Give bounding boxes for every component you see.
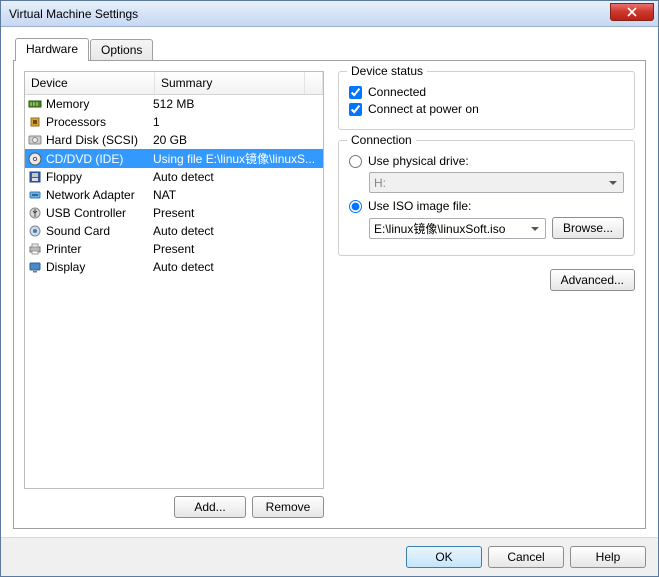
device-summary: Auto detect <box>153 224 321 238</box>
advanced-button[interactable]: Advanced... <box>550 269 635 291</box>
close-button[interactable] <box>610 3 654 21</box>
printer-icon <box>27 241 43 257</box>
network-icon <box>27 187 43 203</box>
help-button[interactable]: Help <box>570 546 646 568</box>
advanced-row: Advanced... <box>338 269 635 291</box>
device-name: Sound Card <box>46 224 110 238</box>
device-name: Hard Disk (SCSI) <box>46 133 138 147</box>
device-summary: Present <box>153 242 321 256</box>
table-row[interactable]: Processors 1 <box>25 113 323 131</box>
remove-button[interactable]: Remove <box>252 496 324 518</box>
device-name: CD/DVD (IDE) <box>46 152 123 166</box>
iso-label: Use ISO image file: <box>368 199 471 213</box>
connected-checkbox[interactable] <box>349 86 362 99</box>
device-summary: NAT <box>153 188 321 202</box>
table-row[interactable]: Sound Card Auto detect <box>25 222 323 240</box>
browse-button[interactable]: Browse... <box>552 217 624 239</box>
list-buttons: Add... Remove <box>24 496 324 518</box>
iso-path-value: E:\linux镜像\linuxSoft.iso <box>374 220 505 237</box>
iso-radio[interactable] <box>349 200 362 213</box>
cddvd-icon <box>27 151 43 167</box>
device-table: Device Summary Memory 512 MB <box>24 71 324 489</box>
floppy-icon <box>27 169 43 185</box>
device-name: USB Controller <box>46 206 126 220</box>
device-name: Printer <box>46 242 81 256</box>
physical-drive-dropdown[interactable]: H: <box>369 172 624 193</box>
dialog-body: Hardware Options Device Summary Mem <box>1 27 658 537</box>
table-row[interactable]: Hard Disk (SCSI) 20 GB <box>25 131 323 149</box>
dialog-footer: OK Cancel Help <box>1 537 658 576</box>
settings-window: Virtual Machine Settings Hardware Option… <box>0 0 659 577</box>
connected-checkbox-row[interactable]: Connected <box>349 85 624 99</box>
connection-group: Connection Use physical drive: H: Use IS… <box>338 140 635 256</box>
device-status-title: Device status <box>347 64 427 78</box>
col-header-spacer <box>305 72 323 94</box>
device-summary: Auto detect <box>153 170 321 184</box>
device-name: Memory <box>46 97 89 111</box>
tab-panel-hardware: Device Summary Memory 512 MB <box>13 60 646 529</box>
device-name: Network Adapter <box>46 188 135 202</box>
connect-poweron-label: Connect at power on <box>368 102 479 116</box>
table-row[interactable]: Floppy Auto detect <box>25 168 323 186</box>
ok-button[interactable]: OK <box>406 546 482 568</box>
connect-poweron-checkbox[interactable] <box>349 103 362 116</box>
table-row[interactable]: Display Auto detect <box>25 258 323 276</box>
device-summary: 20 GB <box>153 133 321 147</box>
device-name: Processors <box>46 115 106 129</box>
table-row[interactable]: Network Adapter NAT <box>25 186 323 204</box>
device-summary: 512 MB <box>153 97 321 111</box>
hardware-right-column: Device status Connected Connect at power… <box>338 71 635 518</box>
device-summary: Auto detect <box>153 260 321 274</box>
physical-drive-value: H: <box>374 176 386 190</box>
physical-drive-label: Use physical drive: <box>368 154 469 168</box>
col-header-summary[interactable]: Summary <box>155 72 305 94</box>
memory-icon <box>27 96 43 112</box>
table-row[interactable]: Printer Present <box>25 240 323 258</box>
processor-icon <box>27 114 43 130</box>
table-row[interactable]: CD/DVD (IDE) Using file E:\linux镜像\linux… <box>25 149 323 168</box>
device-summary: 1 <box>153 115 321 129</box>
device-status-group: Device status Connected Connect at power… <box>338 71 635 130</box>
table-body: Memory 512 MB Processors 1 <box>25 95 323 276</box>
connection-title: Connection <box>347 133 416 147</box>
device-name: Display <box>46 260 85 274</box>
usb-icon <box>27 205 43 221</box>
device-summary: Using file E:\linux镜像\linuxS... <box>153 150 321 167</box>
tab-strip: Hardware Options <box>15 37 646 60</box>
col-header-device[interactable]: Device <box>25 72 155 94</box>
harddisk-icon <box>27 132 43 148</box>
physical-drive-radio-row[interactable]: Use physical drive: <box>349 154 624 168</box>
connect-poweron-checkbox-row[interactable]: Connect at power on <box>349 102 624 116</box>
connected-label: Connected <box>368 85 426 99</box>
table-row[interactable]: USB Controller Present <box>25 204 323 222</box>
add-button[interactable]: Add... <box>174 496 246 518</box>
table-header: Device Summary <box>25 72 323 95</box>
window-title: Virtual Machine Settings <box>9 7 138 21</box>
device-summary: Present <box>153 206 321 220</box>
close-icon <box>627 7 637 17</box>
device-name: Floppy <box>46 170 82 184</box>
sound-icon <box>27 223 43 239</box>
tab-hardware[interactable]: Hardware <box>15 38 89 61</box>
display-icon <box>27 259 43 275</box>
iso-path-field[interactable]: E:\linux镜像\linuxSoft.iso <box>369 218 546 239</box>
cancel-button[interactable]: Cancel <box>488 546 564 568</box>
iso-radio-row[interactable]: Use ISO image file: <box>349 199 624 213</box>
table-row[interactable]: Memory 512 MB <box>25 95 323 113</box>
tab-options[interactable]: Options <box>90 39 153 60</box>
hardware-left-column: Device Summary Memory 512 MB <box>24 71 324 518</box>
titlebar: Virtual Machine Settings <box>1 1 658 27</box>
physical-drive-radio[interactable] <box>349 155 362 168</box>
